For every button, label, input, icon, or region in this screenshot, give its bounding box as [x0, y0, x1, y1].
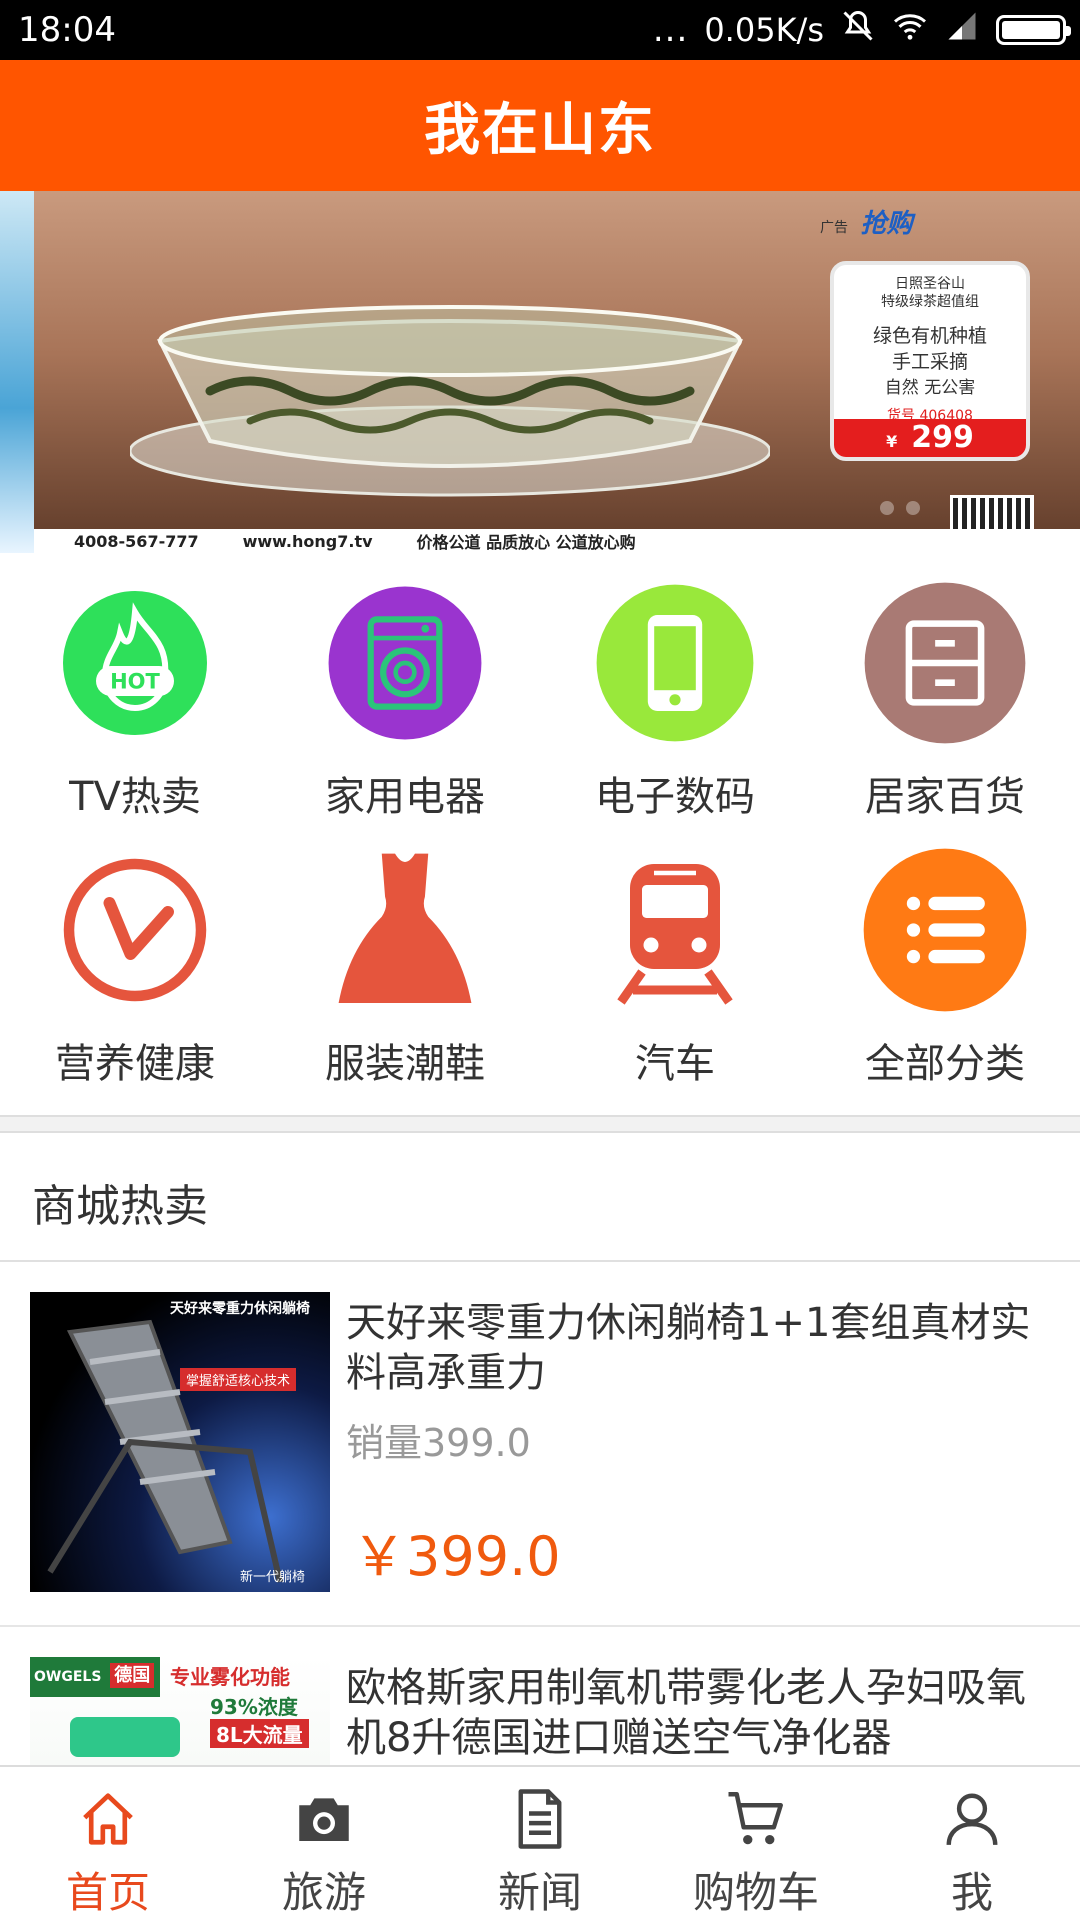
category-label: TV热卖	[69, 774, 201, 820]
category-label: 汽车	[635, 1041, 715, 1087]
cabinet-icon	[862, 580, 1028, 746]
product-name: 天好来零重力休闲躺椅1+1套组真材实料高承重力	[346, 1300, 1031, 1396]
card-feature-1: 绿色有机种植	[872, 325, 987, 347]
category-label: 营养健康	[55, 1041, 215, 1087]
product-thumbnail: 天好来零重力休闲躺椅 掌握舒适核心技术 新一代躺椅	[30, 1292, 330, 1592]
banner-phone: 4008-567-777	[74, 531, 199, 551]
banner-footer: 4008-567-777 www.hong7.tv 价格公道 品质放心 公道放心…	[34, 529, 1080, 553]
thumb-caption-1: 专业雾化功能	[170, 1665, 290, 1689]
camera-icon	[288, 1785, 360, 1853]
nav-me[interactable]: 我	[864, 1767, 1080, 1920]
thumb-caption-3: 8L大流量	[210, 1719, 309, 1748]
dress-icon	[322, 847, 488, 1013]
nav-label: 首页	[65, 1868, 150, 1917]
bottom-nav: 首页 旅游 新闻 购物车 我	[0, 1765, 1080, 1920]
user-icon	[936, 1785, 1008, 1853]
category-all[interactable]: 全部分类	[810, 847, 1080, 1114]
phone-icon	[592, 580, 758, 746]
pager-dot	[906, 501, 920, 515]
battery-level	[1002, 21, 1060, 39]
thumb-brand-name: OWGELS	[34, 1669, 102, 1685]
category-tv-hot[interactable]: HOT TV热卖	[0, 580, 270, 847]
status-icons: ... 0.05K/s	[652, 8, 1071, 52]
banner-brand: 抢购	[860, 209, 913, 239]
promo-banner[interactable]: 广告 抢购 日照圣谷山 特级绿茶超值组 绿色有机种植 手工采摘 自然 无公害 货…	[0, 191, 1080, 553]
banner-ad-label: 广告	[820, 220, 848, 236]
nav-cart[interactable]: 购物车	[648, 1767, 864, 1920]
category-auto[interactable]: 汽车	[540, 847, 810, 1114]
thumb-caption-2: 93%浓度	[210, 1695, 298, 1719]
banner-slogan: 价格公道 品质放心 公道放心购	[416, 533, 636, 552]
app-header: 我在山东	[0, 60, 1080, 191]
list-icon	[862, 847, 1028, 1013]
product-sales: 销量399.0	[346, 1421, 531, 1465]
section-title: 商城热卖	[32, 1181, 208, 1232]
card-line-1: 日照圣谷山	[895, 276, 965, 292]
card-price-value: 299	[911, 420, 974, 455]
category-label: 全部分类	[865, 1041, 1025, 1087]
thumb-caption-3: 新一代躺椅	[240, 1570, 306, 1585]
thumb-caption-2: 掌握舒适核心技术	[180, 1368, 297, 1391]
product-price: ￥399.0	[352, 1525, 561, 1588]
thumb-caption-1: 天好来零重力休闲躺椅	[170, 1301, 310, 1317]
card-price-symbol: ¥	[886, 432, 898, 451]
oxygen-machine-image	[70, 1717, 180, 1757]
category-label: 家用电器	[325, 774, 485, 820]
status-bar: 18:04 ... 0.05K/s	[0, 0, 1080, 60]
nav-label: 新闻	[497, 1868, 582, 1917]
card-price: ¥299	[834, 419, 1026, 457]
home-icon	[72, 1785, 144, 1853]
card-feature-2: 手工采摘	[891, 351, 968, 373]
network-speed: 0.05K/s	[704, 11, 824, 49]
category-label: 电子数码	[595, 774, 755, 820]
news-icon	[504, 1785, 576, 1853]
nav-home[interactable]: 首页	[0, 1767, 216, 1920]
battery-icon	[996, 15, 1071, 45]
banner-url: www.hong7.tv	[242, 531, 373, 551]
mute-icon	[840, 8, 876, 52]
page-title: 我在山东	[424, 98, 656, 163]
cart-icon	[720, 1785, 792, 1853]
status-dots: ...	[652, 10, 689, 50]
card-line-2: 特级绿茶超值组	[881, 294, 979, 310]
thumb-brand: OWGELS 德国	[30, 1657, 160, 1697]
thumb-brand-country: 德国	[110, 1663, 155, 1688]
nav-label: 旅游	[281, 1868, 366, 1917]
category-household[interactable]: 居家百货	[810, 580, 1080, 847]
health-check-icon	[52, 847, 218, 1013]
pager-dot	[880, 501, 894, 515]
tea-bowl-image	[130, 305, 770, 497]
train-icon	[592, 847, 758, 1013]
nav-label: 购物车	[692, 1868, 819, 1917]
category-digital[interactable]: 电子数码	[540, 580, 810, 847]
product-card[interactable]: 天好来零重力休闲躺椅 掌握舒适核心技术 新一代躺椅 天好来零重力休闲躺椅1+1套…	[0, 1262, 1080, 1627]
nav-travel[interactable]: 旅游	[216, 1767, 432, 1920]
signal-icon	[944, 8, 980, 52]
category-grid: HOT TV热卖 家用电器 电子数码 居家百货 营养健康 服装潮鞋 汽车 全部分…	[0, 580, 1080, 1114]
washing-machine-icon	[322, 580, 488, 746]
banner-price-card: 日照圣谷山 特级绿茶超值组 绿色有机种植 手工采摘 自然 无公害 货号 4064…	[830, 261, 1030, 461]
hot-fire-icon: HOT	[52, 580, 218, 746]
status-time: 18:04	[18, 10, 116, 50]
category-fashion[interactable]: 服装潮鞋	[270, 847, 540, 1114]
banner-pager	[880, 501, 920, 515]
banner-logo: 广告 抢购	[820, 203, 912, 240]
card-feature-3: 自然 无公害	[884, 378, 976, 398]
category-health[interactable]: 营养健康	[0, 847, 270, 1114]
category-label: 服装潮鞋	[325, 1041, 485, 1087]
svg-text:HOT: HOT	[110, 670, 160, 694]
category-appliances[interactable]: 家用电器	[270, 580, 540, 847]
nav-label: 我	[950, 1868, 993, 1917]
section-divider	[0, 1115, 1080, 1133]
nav-news[interactable]: 新闻	[432, 1767, 648, 1920]
banner-previous-slide	[0, 191, 34, 553]
wifi-icon	[892, 8, 928, 52]
product-name: 欧格斯家用制氧机带雾化老人孕妇吸氧机8升德国进口赠送空气净化器	[346, 1665, 1026, 1761]
category-label: 居家百货	[865, 774, 1025, 820]
